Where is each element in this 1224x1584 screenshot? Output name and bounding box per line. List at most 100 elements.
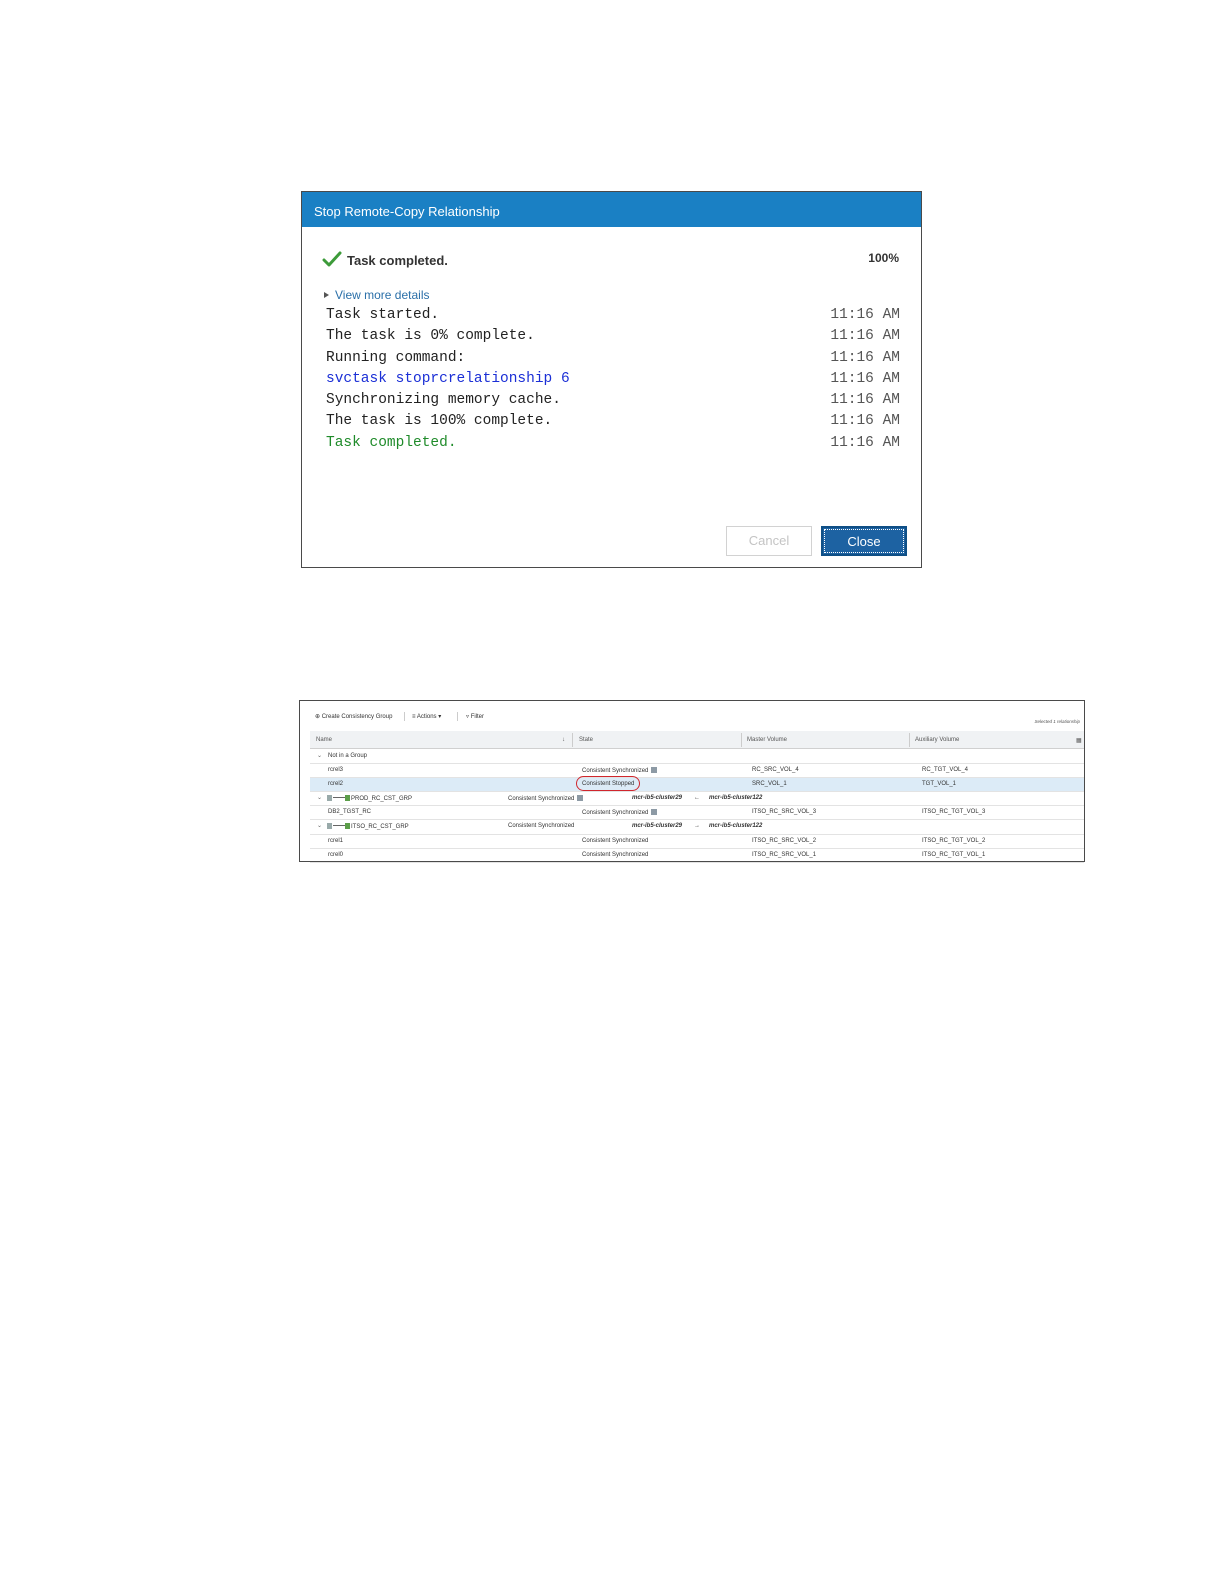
plus-circle-icon: ⊕ bbox=[315, 714, 321, 720]
volume-icon bbox=[345, 823, 350, 830]
cg-name-text: PROD_RC_CST_GRP bbox=[351, 796, 413, 803]
table-row[interactable]: rcrel3 Consistent Synchronized RC_SRC_VO… bbox=[310, 764, 1084, 779]
row-state: Consistent Synchronized bbox=[508, 795, 584, 802]
log-row-completed: Task completed. 11:16 AM bbox=[326, 435, 900, 456]
column-auxiliary-volume[interactable]: Auxiliary Volume bbox=[915, 737, 959, 743]
filter-button[interactable]: ▿ Filter bbox=[466, 713, 484, 720]
aux-cluster: mcr-ib5-cluster122 bbox=[709, 795, 763, 802]
group-name: Not in a Group bbox=[328, 753, 368, 759]
row-state: Consistent Synchronized bbox=[582, 837, 649, 844]
column-divider bbox=[741, 733, 742, 747]
chevron-down-icon[interactable]: ⌄ bbox=[317, 794, 322, 801]
toolbar-divider bbox=[404, 712, 405, 721]
log-time: 11:16 AM bbox=[830, 370, 900, 387]
log-message: Task started. bbox=[326, 307, 440, 323]
log-message: Running command: bbox=[326, 349, 466, 366]
checkmark-icon bbox=[322, 251, 342, 267]
filter-label: Filter bbox=[470, 714, 485, 720]
log-message: The task is 100% complete. bbox=[326, 413, 553, 430]
consistency-group-name: ITSO_RC_CST_GRP bbox=[327, 823, 409, 830]
create-label: Create Consistency Group bbox=[321, 714, 393, 720]
row-state: Consistent Synchronized bbox=[582, 809, 658, 817]
relationships-panel: ⊕ Create Consistency Group ≡ Actions ▾ ▿… bbox=[299, 700, 1085, 863]
status-text: Task completed. bbox=[347, 253, 448, 268]
row-name: rcrel2 bbox=[328, 781, 344, 788]
row-master-volume: ITSO_RC_SRC_VOL_2 bbox=[752, 837, 817, 844]
log-time: 11:16 AM bbox=[830, 413, 900, 430]
group-row[interactable]: ⌄ Not in a Group bbox=[310, 750, 1084, 765]
stop-remote-copy-dialog: Stop Remote-Copy Relationship Task compl… bbox=[301, 191, 922, 568]
row-master-volume: SRC_VOL_1 bbox=[752, 781, 787, 788]
row-state-text: Consistent Synchronized bbox=[582, 810, 649, 817]
log-row: Synchronizing memory cache. 11:16 AM bbox=[326, 392, 900, 413]
row-name: DB2_TGST_RC bbox=[328, 809, 372, 816]
link-arrow-icon bbox=[333, 797, 345, 799]
close-button[interactable]: Close bbox=[821, 526, 907, 556]
log-message: The task is 0% complete. bbox=[326, 328, 535, 345]
volume-icon bbox=[345, 795, 350, 802]
log-message: Task completed. bbox=[326, 434, 457, 451]
actions-label: Actions bbox=[416, 714, 437, 720]
column-master-volume[interactable]: Master Volume bbox=[747, 737, 787, 743]
log-row-command: svctask stoprcrelationship 6 11:16 AM bbox=[326, 371, 900, 392]
row-state: Consistent Synchronized bbox=[582, 767, 658, 774]
status-row: Task completed. 100% bbox=[322, 250, 899, 274]
sync-status-icon bbox=[651, 767, 658, 774]
column-state[interactable]: State bbox=[579, 737, 593, 743]
table-header: Name ↓ State Master Volume Auxiliary Vol… bbox=[310, 731, 1084, 749]
row-name: rcrel3 bbox=[328, 767, 344, 774]
row-name: rcrel1 bbox=[328, 837, 344, 844]
column-settings-icon[interactable]: ▦ bbox=[1076, 737, 1082, 744]
row-name: rcrel0 bbox=[328, 851, 344, 858]
volume-icon bbox=[327, 795, 332, 802]
log-time: 11:16 AM bbox=[830, 434, 900, 451]
dialog-title: Stop Remote-Copy Relationship bbox=[302, 192, 921, 227]
caret-down-icon: ▾ bbox=[438, 714, 442, 720]
log-row: The task is 100% complete. 11:16 AM bbox=[326, 413, 900, 434]
consistency-group-name: PROD_RC_CST_GRP bbox=[327, 795, 412, 802]
chevron-down-icon[interactable]: ⌄ bbox=[317, 822, 322, 829]
create-consistency-group-button[interactable]: ⊕ Create Consistency Group bbox=[315, 713, 392, 720]
actions-menu-button[interactable]: ≡ Actions ▾ bbox=[412, 713, 441, 720]
log-time: 11:16 AM bbox=[830, 307, 900, 323]
toolbar: ⊕ Create Consistency Group ≡ Actions ▾ ▿… bbox=[300, 701, 1084, 729]
link-arrow-icon bbox=[333, 825, 345, 827]
row-aux-volume: RC_TGT_VOL_4 bbox=[922, 767, 969, 774]
sync-status-icon bbox=[651, 809, 658, 816]
direction-arrow-icon: ← bbox=[694, 795, 700, 802]
log-message: Synchronizing memory cache. bbox=[326, 392, 561, 409]
list-icon: ≡ bbox=[412, 714, 416, 720]
details-link-label: View more details bbox=[335, 288, 430, 302]
row-state: Consistent Stopped bbox=[582, 781, 635, 788]
chevron-down-icon[interactable]: ⌄ bbox=[317, 752, 322, 759]
master-cluster: mcr-ib5-cluster29 bbox=[632, 795, 683, 802]
consistency-group-row[interactable]: ⌄ ITSO_RC_CST_GRP Consistent Synchronize… bbox=[310, 820, 1084, 835]
selection-count: Selected 1 relationship bbox=[1034, 719, 1080, 724]
row-master-volume: RC_SRC_VOL_4 bbox=[752, 767, 799, 774]
table-row-selected[interactable]: rcrel2 Consistent Stopped SRC_VOL_1 TGT_… bbox=[310, 776, 1084, 793]
log-row: Running command: 11:16 AM bbox=[326, 350, 900, 371]
log-command: svctask stoprcrelationship 6 bbox=[326, 370, 570, 387]
log-row: Task started. 11:16 AM bbox=[326, 307, 900, 328]
row-aux-volume: ITSO_RC_TGT_VOL_3 bbox=[922, 809, 986, 816]
row-state: Consistent Synchronized bbox=[582, 851, 649, 858]
column-divider bbox=[572, 733, 573, 747]
cg-name-text: ITSO_RC_CST_GRP bbox=[351, 824, 409, 831]
column-name[interactable]: Name bbox=[316, 737, 332, 743]
volume-icon bbox=[327, 823, 332, 830]
row-master-volume: ITSO_RC_SRC_VOL_1 bbox=[752, 851, 817, 858]
column-divider bbox=[909, 733, 910, 747]
consistency-group-row[interactable]: ⌄ PROD_RC_CST_GRP Consistent Synchronize… bbox=[310, 792, 1084, 807]
table-row[interactable]: rcrel0 Consistent Synchronized ITSO_RC_S… bbox=[310, 849, 1084, 863]
toolbar-divider bbox=[457, 712, 458, 721]
sort-arrow-icon[interactable]: ↓ bbox=[562, 737, 565, 743]
master-cluster: mcr-ib5-cluster29 bbox=[632, 823, 683, 830]
expand-triangle-icon bbox=[324, 292, 329, 298]
table-row[interactable]: rcrel1 Consistent Synchronized ITSO_RC_S… bbox=[310, 835, 1084, 849]
log-row: The task is 0% complete. 11:16 AM bbox=[326, 328, 900, 349]
cancel-button[interactable]: Cancel bbox=[726, 526, 812, 556]
row-master-volume: ITSO_RC_SRC_VOL_3 bbox=[752, 809, 817, 816]
view-more-details-link[interactable]: View more details bbox=[324, 288, 430, 302]
table-body: ⌄ Not in a Group rcrel3 Consistent Synch… bbox=[310, 750, 1084, 863]
table-row[interactable]: DB2_TGST_RC Consistent Synchronized ITSO… bbox=[310, 806, 1084, 821]
